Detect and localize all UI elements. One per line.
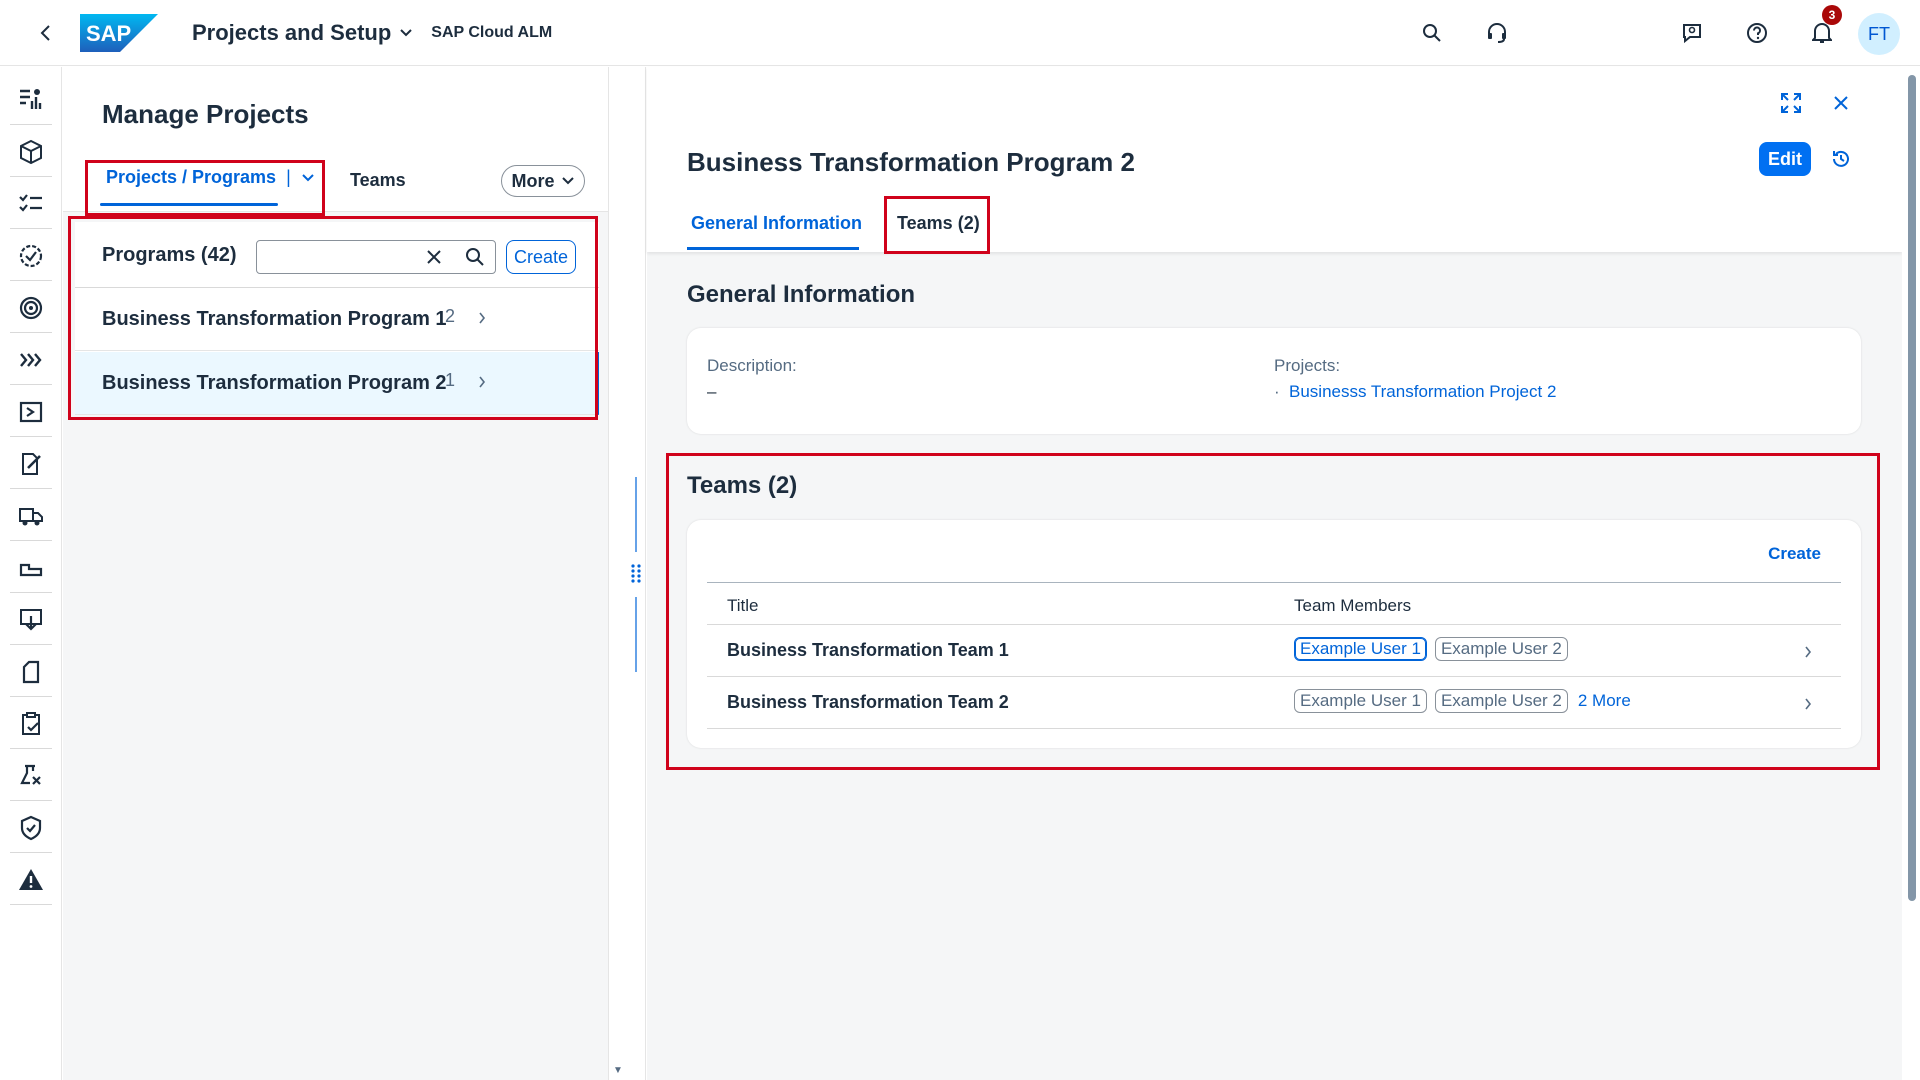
description-value: – [707,382,717,401]
chevron-left-icon [40,24,50,41]
nav-quality[interactable] [10,231,52,281]
detail-title: Business Transformation Program 2 [687,147,1135,177]
highlight-box-teams-tab [884,196,990,254]
bullet: · [1274,382,1280,401]
overview-icon [20,88,42,109]
sap-logo[interactable]: SAP [80,13,158,52]
grip-icon[interactable] [630,563,642,583]
history-button[interactable] [1823,141,1859,177]
nav-overview[interactable] [10,75,52,125]
package-icon [20,139,42,164]
checklist-icon [19,193,42,212]
close-icon [1834,96,1848,110]
shield-icon [20,815,42,840]
page-title: Manage Projects [102,99,309,129]
chevron-down-icon [400,28,412,36]
more-tabs-button[interactable]: More [501,165,585,197]
help-icon [1747,23,1767,43]
fullscreen-button[interactable] [1773,85,1809,121]
edit-document-icon [22,452,41,475]
history-icon [1833,150,1849,167]
highlight-box-teams-section [666,453,1880,770]
close-button[interactable] [1823,85,1859,121]
truck-icon [19,507,43,525]
general-info-card: Description: – Projects: · Businesss Tra… [687,328,1861,434]
headset-icon [1488,23,1506,43]
badge-check-icon [19,244,43,267]
search-icon [1423,24,1441,42]
feedback-icon [1683,24,1701,44]
shell-bar: SAP Projects and Setup SAP Cloud ALM 3 F… [0,0,1920,66]
nav-document[interactable] [10,647,52,697]
feedback-button[interactable] [1670,11,1714,55]
nav-tasks[interactable] [10,179,52,229]
description-label: Description: [707,356,797,375]
nav-delivery[interactable] [10,491,52,541]
nav-release[interactable] [10,387,52,437]
nav-clipboard[interactable] [10,699,52,749]
notifications-button[interactable]: 3 [1800,5,1844,55]
side-navigation [0,67,62,1080]
help-button[interactable] [1735,11,1779,55]
app-title-menu[interactable]: Projects and Setup [192,20,413,46]
app-subtitle: SAP Cloud ALM [431,23,553,41]
scroll-down-icon[interactable]: ▼ [613,1065,623,1076]
splitter-line [635,477,637,552]
nav-process[interactable] [10,335,52,385]
splitter-line [635,597,637,672]
back-button[interactable] [28,15,64,51]
tab-general-information[interactable]: General Information [691,213,862,234]
tab-underline [687,247,859,250]
chevron-down-icon [561,177,574,185]
notification-badge: 3 [1822,5,1842,25]
test-icon [20,764,41,785]
fullscreen-icon [1781,93,1801,113]
nav-download[interactable] [10,595,52,645]
nav-security[interactable] [10,803,52,853]
target-icon [19,296,43,319]
projects-label: Projects: [1274,356,1341,375]
nav-packages[interactable] [10,127,52,177]
nav-test[interactable] [10,751,52,801]
panel-splitter[interactable] [626,67,646,1080]
nav-alerts[interactable] [10,855,52,905]
deploy-icon [19,563,43,576]
support-button[interactable] [1475,11,1519,55]
highlight-box-projects-tab [85,160,325,216]
clipboard-check-icon [22,711,40,735]
bell-icon [1812,23,1832,43]
tab-teams[interactable]: Teams [350,170,406,191]
highlight-box-programs-list [68,216,598,420]
search-button[interactable] [1410,11,1454,55]
chevrons-right-icon [20,352,42,367]
more-label: More [511,170,555,191]
edit-button[interactable]: Edit [1759,142,1811,176]
release-icon [19,401,43,422]
project-link[interactable]: Businesss Transformation Project 2 [1289,382,1556,402]
detail-scrollbar[interactable] [1902,67,1920,1080]
scrollbar-thumb[interactable] [1908,75,1916,901]
document-icon [22,660,40,683]
download-icon [20,608,42,631]
app-title: Projects and Setup [192,19,392,45]
master-scrollbar[interactable]: ▼ [608,67,626,1080]
nav-target[interactable] [10,283,52,333]
nav-edit[interactable] [10,439,52,489]
warning-icon [19,868,43,890]
general-section-title: General Information [687,281,916,308]
detail-header: Business Transformation Program 2 Edit G… [647,67,1902,252]
svg-text:SAP: SAP [86,21,131,46]
nav-deploy[interactable] [10,543,52,593]
avatar[interactable]: FT [1858,13,1900,55]
